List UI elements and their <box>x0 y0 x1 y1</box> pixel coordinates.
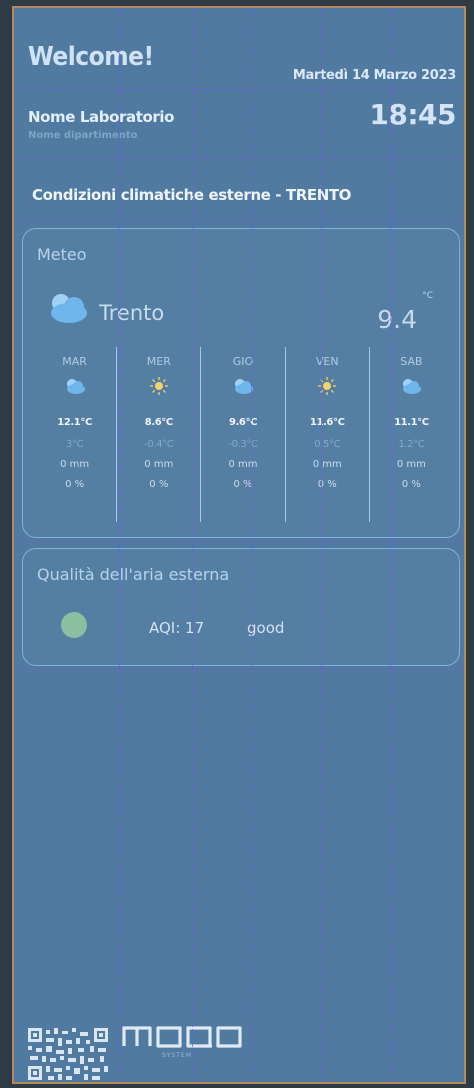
weather-city: Trento <box>99 301 165 325</box>
cloud-icon <box>201 377 284 399</box>
layout-guides <box>14 8 464 1082</box>
day-name: SAB <box>400 355 423 368</box>
aqi-status: good <box>247 619 285 637</box>
logo-subtitle: SYSTEM <box>162 1052 192 1059</box>
dashboard-panel: Welcome! Martedì 14 Marzo 2023 Nome Labo… <box>12 6 466 1084</box>
vertical-guide <box>119 8 120 1082</box>
rain-probability: 0 % <box>65 479 85 490</box>
vertical-guide <box>251 8 252 1082</box>
sun-icon <box>117 377 200 399</box>
rain-amount: 0 mm <box>228 459 258 470</box>
horizontal-guide <box>14 668 464 669</box>
forecast-day: MER 8.6°C -0.4°C 0 mm 0 % <box>117 347 202 522</box>
max-temp: 9.6°C <box>228 417 258 428</box>
vertical-guide <box>321 8 322 1082</box>
lab-name: Nome Laboratorio <box>28 108 175 126</box>
rain-amount: 0 mm <box>144 459 174 470</box>
current-time: 18:45 <box>369 98 456 131</box>
forecast-row: MAR 12.1°C 3°C 0 mm 0 % MER 8.6°C -0.4°C <box>33 347 453 522</box>
rain-probability: 0 % <box>233 479 253 490</box>
rain-probability: 0 % <box>149 479 169 490</box>
qr-code-icon <box>28 1028 110 1082</box>
air-quality-title: Qualità dell'aria esterna <box>37 565 230 584</box>
max-temp: 11.1°C <box>394 417 429 428</box>
cloud-icon <box>33 377 116 399</box>
day-name: MER <box>146 355 171 368</box>
forecast-day: VEN 11.6°C 0.5°C 0 mm 0 % <box>286 347 370 522</box>
min-temp: 0.5°C <box>314 439 341 450</box>
horizontal-guide <box>14 220 464 221</box>
max-temp: 12.1°C <box>57 417 92 428</box>
current-date: Martedì 14 Marzo 2023 <box>292 68 456 83</box>
horizontal-guide <box>14 540 464 541</box>
day-name: MAR <box>62 355 87 368</box>
rain-probability: 0 % <box>317 479 337 490</box>
horizontal-guide <box>14 158 464 159</box>
section-title: Condizioni climatiche esterne - TRENTO <box>32 186 352 204</box>
min-temp: -0.3°C <box>228 439 258 450</box>
temperature-unit: °C <box>422 291 433 301</box>
rain-probability: 0 % <box>401 479 421 490</box>
min-temp: 3°C <box>66 439 84 450</box>
sun-icon <box>286 377 369 399</box>
max-temp: 11.6°C <box>309 417 345 428</box>
department-name: Nome dipartimento <box>28 130 138 141</box>
app-frame: Welcome! Martedì 14 Marzo 2023 Nome Labo… <box>0 0 474 1088</box>
rain-amount: 0 mm <box>60 459 90 470</box>
air-quality-card: Qualità dell'aria esterna AQI: 17 good <box>22 548 460 666</box>
aqi-value: AQI: 17 <box>149 619 205 637</box>
weather-card: Meteo Trento 9.4 °C MAR 12.1°C 3°C 0 mm … <box>22 228 460 538</box>
min-temp: -0.4°C <box>144 439 174 450</box>
min-temp: 1.2°C <box>398 439 425 450</box>
aqi-status-indicator <box>61 612 87 638</box>
day-name: GIO <box>232 355 254 368</box>
rain-amount: 0 mm <box>396 459 426 470</box>
forecast-day: SAB 11.1°C 1.2°C 0 mm 0 % <box>370 347 453 522</box>
cloud-icon <box>45 291 91 329</box>
moqa-logo: SYSTEM <box>120 1012 250 1059</box>
welcome-title: Welcome! <box>28 42 154 72</box>
forecast-day: GIO 9.6°C -0.3°C 0 mm 0 % <box>201 347 286 522</box>
cloud-icon <box>370 377 453 399</box>
vertical-guide <box>390 8 391 1082</box>
moqa-wordmark <box>122 1026 242 1048</box>
forecast-day: MAR 12.1°C 3°C 0 mm 0 % <box>33 347 118 522</box>
rain-amount: 0 mm <box>312 459 342 470</box>
weather-card-title: Meteo <box>37 245 87 264</box>
day-name: VEN <box>315 355 339 368</box>
vertical-guide <box>192 8 193 1082</box>
max-temp: 8.6°C <box>144 417 173 428</box>
horizontal-guide <box>14 88 464 89</box>
current-temperature: 9.4 <box>377 305 417 334</box>
